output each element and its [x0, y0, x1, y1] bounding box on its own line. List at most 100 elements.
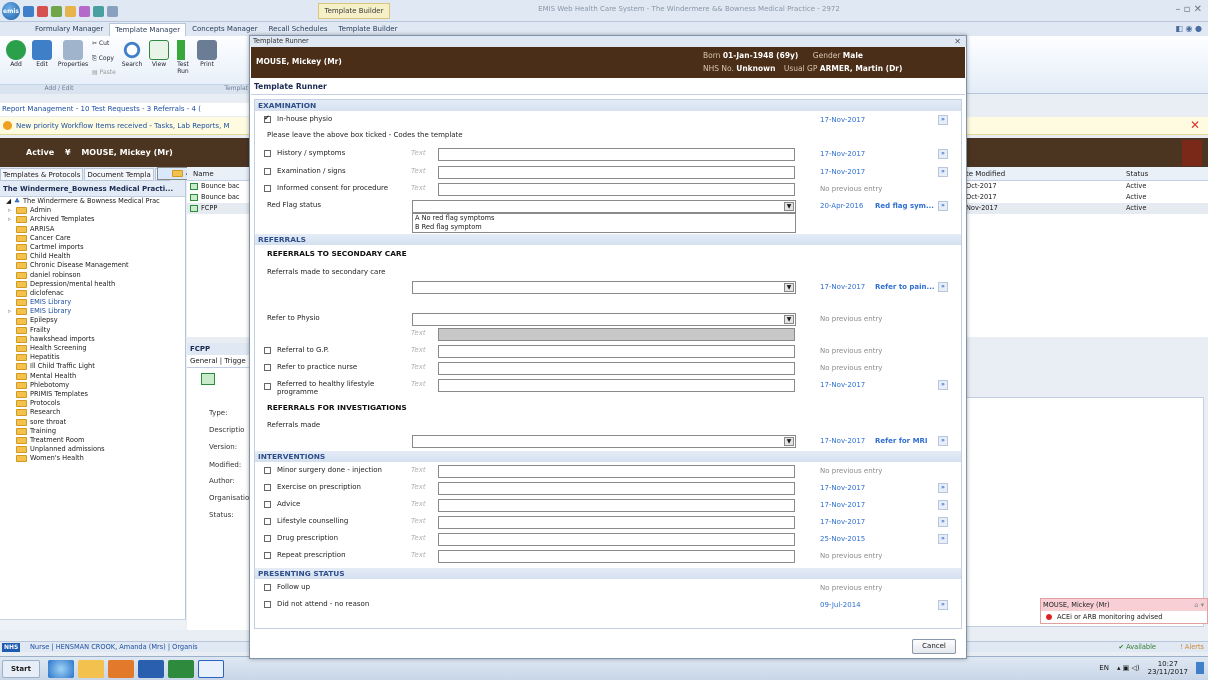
- dropdown-arrow-icon[interactable]: ▼: [784, 283, 794, 292]
- column-header-name[interactable]: Name: [187, 167, 253, 181]
- expand-arrow-icon[interactable]: ▹: [2, 215, 16, 224]
- tree-folder-item[interactable]: daniel robinson: [2, 271, 185, 280]
- tree-folder-item[interactable]: Hepatitis: [2, 353, 185, 362]
- red-flag-select[interactable]: ▼: [412, 200, 796, 213]
- excel-icon[interactable]: [168, 660, 194, 678]
- tab-document-templates[interactable]: Document Templa: [84, 168, 154, 181]
- tree-folder-item[interactable]: Phlebotomy: [2, 381, 185, 390]
- availability-status[interactable]: ✔ Available: [1119, 642, 1156, 653]
- row-checkbox[interactable]: [264, 484, 271, 491]
- tree-folder-item[interactable]: Cancer Care: [2, 234, 185, 243]
- refer-nurse-text-input[interactable]: [438, 362, 795, 375]
- row-text-input[interactable]: [438, 533, 795, 546]
- refer-physio-text-input[interactable]: [438, 328, 795, 341]
- row-text-input[interactable]: [438, 499, 795, 512]
- language-indicator[interactable]: EN: [1099, 664, 1109, 672]
- informed-consent-text-input[interactable]: [438, 183, 795, 196]
- history-button[interactable]: »: [938, 600, 948, 610]
- edit-button[interactable]: Edit: [30, 40, 54, 68]
- clock[interactable]: 10:27 23/11/2017: [1148, 660, 1188, 676]
- row-checkbox[interactable]: [264, 518, 271, 525]
- tree-folder-item[interactable]: Mental Health: [2, 372, 185, 381]
- tree-folder-item[interactable]: PRIMIS Templates: [2, 390, 185, 399]
- cut-button[interactable]: ✂ Cut: [92, 40, 116, 47]
- row-checkbox[interactable]: [264, 584, 271, 591]
- history-button[interactable]: »: [938, 149, 948, 159]
- tree-root[interactable]: ◢ ♣ The Windermere & Bowness Medical Prac: [2, 197, 185, 206]
- internet-explorer-icon[interactable]: [48, 660, 74, 678]
- row-text-input[interactable]: [438, 482, 795, 495]
- referral-gp-text-input[interactable]: [438, 345, 795, 358]
- tray-icons[interactable]: ▴ ▣ ◁): [1117, 664, 1140, 672]
- history-symptoms-text-input[interactable]: [438, 148, 795, 161]
- history-button[interactable]: »: [938, 517, 948, 527]
- referral-gp-checkbox[interactable]: [264, 347, 271, 354]
- row-checkbox[interactable]: [264, 501, 271, 508]
- history-button[interactable]: »: [938, 436, 948, 446]
- tree-folder-item[interactable]: ARRISA: [2, 225, 185, 234]
- close-icon[interactable]: ✕: [954, 36, 961, 47]
- cancel-button[interactable]: Cancel: [912, 639, 956, 654]
- tree-folder-item[interactable]: Women's Health: [2, 454, 185, 463]
- healthy-lifestyle-checkbox[interactable]: [264, 383, 271, 390]
- history-button[interactable]: »: [938, 380, 948, 390]
- row-checkbox[interactable]: [264, 467, 271, 474]
- history-button[interactable]: »: [938, 201, 948, 211]
- tree-folder-item[interactable]: EMIS Library: [2, 298, 185, 307]
- column-header-status[interactable]: Status: [1126, 167, 1148, 181]
- start-button[interactable]: Start: [2, 660, 40, 678]
- properties-button[interactable]: Properties: [56, 40, 90, 68]
- row-checkbox[interactable]: [264, 535, 271, 542]
- examination-signs-text-input[interactable]: [438, 166, 795, 179]
- list-item[interactable]: FCPP: [187, 203, 253, 214]
- tree-folder-item[interactable]: ▹ EMIS Library: [2, 307, 185, 316]
- examination-signs-checkbox[interactable]: [264, 168, 271, 175]
- table-row[interactable]: Oct-2017 Active: [962, 181, 1208, 192]
- view-button[interactable]: View: [148, 40, 170, 68]
- investigations-select[interactable]: ▼: [412, 435, 796, 448]
- tree-folder-item[interactable]: ▹ Admin: [2, 206, 185, 215]
- list-item[interactable]: Bounce bac: [187, 192, 253, 203]
- refer-physio-select[interactable]: ▼: [412, 313, 796, 326]
- pin-icon[interactable]: ⌂ ▾: [1194, 599, 1204, 611]
- expand-arrow-icon[interactable]: ▹: [2, 307, 16, 316]
- list-item[interactable]: Bounce bac: [187, 181, 253, 192]
- alerts-status[interactable]: ! Alerts: [1180, 642, 1204, 653]
- close-notice-icon[interactable]: ✕: [1190, 118, 1200, 132]
- add-button[interactable]: Add: [4, 40, 28, 68]
- expand-arrow-icon[interactable]: ▹: [2, 206, 16, 215]
- tree-folder-item[interactable]: Training: [2, 427, 185, 436]
- tree-folder-item[interactable]: Health Screening: [2, 344, 185, 353]
- table-row[interactable]: Nov-2017 Active: [962, 203, 1208, 214]
- row-checkbox[interactable]: [264, 552, 271, 559]
- table-row[interactable]: Oct-2017 Active: [962, 192, 1208, 203]
- history-button[interactable]: »: [938, 115, 948, 125]
- row-checkbox[interactable]: [264, 601, 271, 608]
- inhouse-physio-checkbox[interactable]: [264, 114, 271, 123]
- tree-folder-item[interactable]: Protocols: [2, 399, 185, 408]
- test-run-button[interactable]: Test Run: [172, 40, 194, 75]
- dropdown-option[interactable]: A No red flag symptoms: [413, 214, 795, 223]
- tree-folder-item[interactable]: Research: [2, 408, 185, 417]
- tab-formulary-manager[interactable]: Formulary Manager: [30, 23, 108, 36]
- dropdown-arrow-icon[interactable]: ▼: [784, 437, 794, 446]
- outlook-icon[interactable]: [108, 660, 134, 678]
- word-icon[interactable]: [138, 660, 164, 678]
- tab-template-manager[interactable]: Template Manager: [109, 23, 187, 36]
- dropdown-arrow-icon[interactable]: ▼: [784, 315, 794, 324]
- history-button[interactable]: »: [938, 282, 948, 292]
- tree-folder-item[interactable]: sore throat: [2, 418, 185, 427]
- chevron-down-icon[interactable]: ¥: [65, 148, 71, 157]
- file-explorer-icon[interactable]: [78, 660, 104, 678]
- tree-folder-item[interactable]: Depression/mental health: [2, 280, 185, 289]
- healthy-lifestyle-text-input[interactable]: [438, 379, 795, 392]
- row-text-input[interactable]: [438, 550, 795, 563]
- paste-button[interactable]: ▤ Paste: [92, 69, 116, 76]
- ribbon-help-icons[interactable]: ◧ ◉ ●: [1175, 24, 1202, 33]
- alert-message[interactable]: ACEi or ARB monitoring advised: [1041, 611, 1207, 624]
- history-button[interactable]: »: [938, 167, 948, 177]
- history-button[interactable]: »: [938, 500, 948, 510]
- informed-consent-checkbox[interactable]: [264, 185, 271, 192]
- tree-folder-item[interactable]: diclofenac: [2, 289, 185, 298]
- tree-folder-item[interactable]: hawkshead imports: [2, 335, 185, 344]
